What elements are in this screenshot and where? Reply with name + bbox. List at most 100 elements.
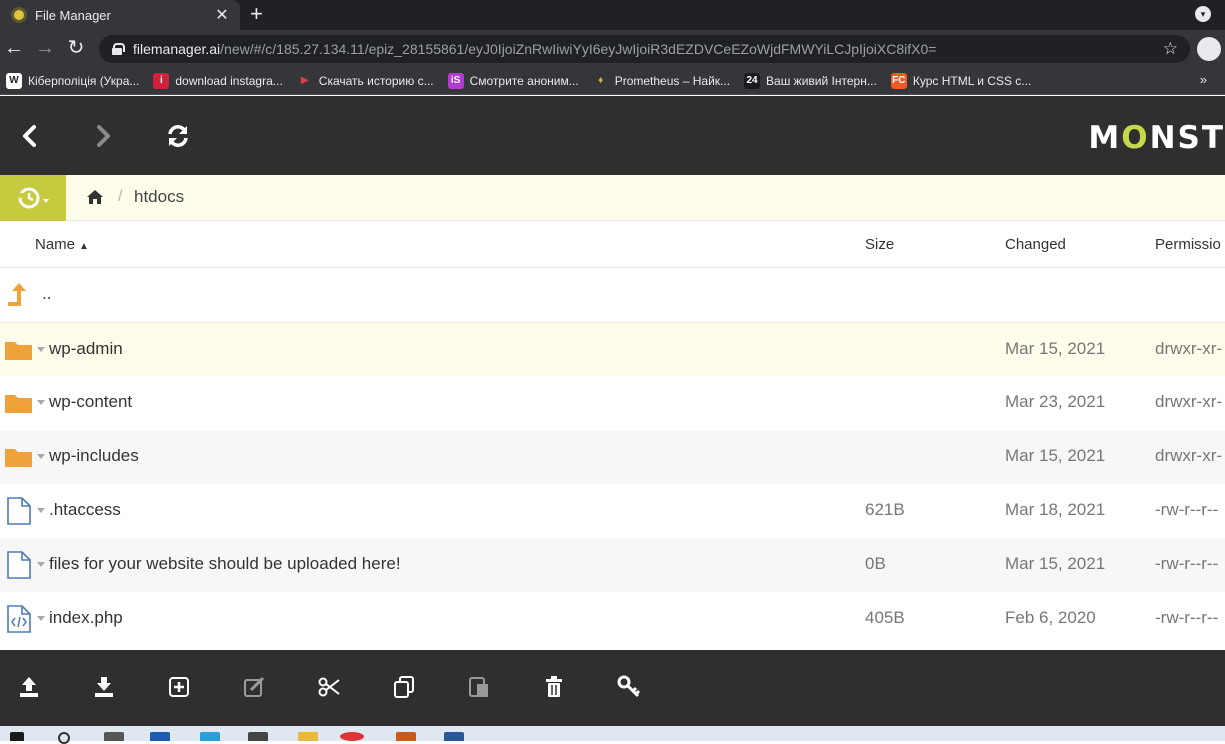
parent-directory-label: .. (42, 284, 52, 303)
row-menu-caret-icon[interactable] (37, 400, 45, 405)
back-chevron-icon[interactable] (12, 118, 48, 154)
file-size: 0B (865, 554, 886, 573)
start-icon[interactable] (10, 732, 24, 741)
taskbar-app-icon-2[interactable] (396, 732, 416, 741)
bookmark-item[interactable]: FC Курс HTML и CSS с... (890, 72, 1032, 89)
refresh-icon[interactable] (160, 118, 196, 154)
address-bar[interactable]: filemanager.ai/new/#/c/185.27.134.11/epi… (99, 35, 1190, 63)
file-changed-date: Mar 15, 2021 (1005, 554, 1106, 573)
file-name[interactable]: wp-admin (49, 339, 123, 359)
table-row[interactable]: wp-admin Mar 15, 2021 drwxr-xr- (0, 322, 1225, 376)
bookmark-favicon-icon: ▶ (296, 72, 313, 89)
file-name[interactable]: wp-content (49, 392, 132, 412)
back-arrow-icon[interactable]: ← (2, 36, 26, 60)
store-icon[interactable] (248, 732, 268, 741)
file-name[interactable]: files for your website should be uploade… (49, 554, 401, 574)
bookmark-label: Ваш живий Інтерн... (766, 73, 877, 88)
favicon-icon (11, 7, 27, 23)
bookmark-item[interactable]: i download instagra... (153, 72, 283, 89)
new-tab-button[interactable]: + (250, 2, 263, 26)
column-size[interactable]: Size (865, 236, 894, 253)
bookmark-item[interactable]: W Кіберполіція (Укра... (6, 72, 139, 89)
search-icon[interactable] (58, 732, 70, 744)
profile-avatar-icon[interactable] (1197, 37, 1221, 61)
folder-icon (4, 335, 34, 365)
bookmark-favicon-icon: FC (890, 72, 907, 89)
monsta-logo: MONST (1088, 120, 1225, 156)
column-permissions[interactable]: Permissio (1155, 236, 1221, 253)
row-menu-caret-icon[interactable] (37, 508, 45, 513)
bookmark-label: Скачать историю с... (318, 73, 434, 88)
file-name[interactable]: index.php (49, 608, 123, 628)
task-view-icon[interactable] (104, 732, 124, 741)
file-changed-date: Mar 18, 2021 (1005, 500, 1106, 519)
bookmark-item[interactable]: ♦ Prometheus – Найк... (592, 72, 731, 89)
row-menu-caret-icon[interactable] (37, 562, 45, 567)
url-text[interactable]: filemanager.ai/new/#/c/185.27.134.11/epi… (133, 41, 1163, 57)
bookmark-label: Курс HTML и CSS с... (912, 73, 1032, 88)
download-icon[interactable] (91, 674, 117, 700)
bookmark-star-icon[interactable]: ☆ (1163, 39, 1178, 59)
explorer-icon[interactable] (298, 732, 318, 741)
paste-icon[interactable] (466, 674, 492, 700)
forward-arrow-icon[interactable]: → (33, 36, 57, 60)
taskbar-app-icon[interactable] (150, 732, 170, 741)
row-menu-caret-icon[interactable] (37, 454, 45, 459)
lock-icon (112, 43, 125, 55)
file-permissions: -rw-r--r-- (1155, 554, 1219, 573)
reload-icon[interactable]: ↻ (64, 36, 88, 60)
bookmark-label: download instagra... (175, 73, 283, 88)
chrome-icon[interactable] (340, 732, 364, 741)
folder-icon (4, 388, 34, 418)
bookmark-label: Prometheus – Найк... (614, 73, 731, 88)
forward-chevron-icon[interactable] (85, 118, 121, 154)
file-manager-header: MONST (0, 96, 1225, 175)
edge-icon[interactable] (200, 732, 220, 741)
bookmark-item[interactable]: iS Смотрите аноним... (447, 72, 579, 89)
table-row[interactable]: wp-includes Mar 15, 2021 drwxr-xr- (0, 430, 1225, 484)
bookmark-favicon-icon: 24 (744, 72, 761, 89)
close-icon[interactable]: ✕ (214, 5, 230, 25)
table-row[interactable]: wp-content Mar 23, 2021 drwxr-xr- (0, 376, 1225, 430)
table-row[interactable]: index.php 405B Feb 6, 2020 -rw-r--r-- (0, 592, 1225, 646)
breadcrumb: / htdocs (0, 175, 1225, 221)
column-changed[interactable]: Changed (1005, 236, 1066, 253)
os-taskbar (0, 726, 1225, 744)
file-permissions: drwxr-xr- (1155, 392, 1223, 411)
permissions-key-icon[interactable] (616, 674, 642, 700)
delete-icon[interactable] (541, 674, 567, 700)
word-icon[interactable] (444, 732, 464, 741)
row-menu-caret-icon[interactable] (37, 347, 45, 352)
parent-directory-row[interactable]: .. (0, 268, 1225, 322)
browser-tab-strip: File Manager ✕ + ▾ (0, 0, 1225, 30)
rename-icon[interactable] (241, 674, 267, 700)
bookmark-item[interactable]: 24 Ваш живий Інтерн... (744, 72, 877, 89)
home-icon[interactable] (86, 188, 104, 206)
bookmark-label: Смотрите аноним... (469, 73, 579, 88)
tab-search-icon[interactable]: ▾ (1195, 6, 1211, 22)
upload-icon[interactable] (16, 674, 42, 700)
file-name[interactable]: wp-includes (49, 446, 139, 466)
bookmark-item[interactable]: ▶ Скачать историю с... (296, 72, 434, 89)
bookmarks-bar: W Кіберполіція (Укра... i download instagra… (0, 67, 1225, 95)
file-permissions: -rw-r--r-- (1155, 500, 1219, 519)
table-row[interactable]: files for your website should be uploade… (0, 538, 1225, 592)
breadcrumb-current-folder[interactable]: htdocs (134, 187, 184, 207)
file-changed-date: Mar 15, 2021 (1005, 446, 1106, 465)
code-file-icon (4, 604, 34, 634)
table-row[interactable]: .htaccess 621B Mar 18, 2021 -rw-r--r-- (0, 484, 1225, 538)
cut-icon[interactable] (316, 674, 342, 700)
file-permissions: -rw-r--r-- (1155, 608, 1219, 627)
bookmark-favicon-icon: iS (447, 72, 464, 89)
file-size: 621B (865, 500, 905, 519)
row-menu-caret-icon[interactable] (37, 616, 45, 621)
bookmarks-more-button[interactable]: » (1200, 72, 1207, 87)
copy-icon[interactable] (391, 674, 417, 700)
file-name[interactable]: .htaccess (49, 500, 121, 520)
history-dropdown-button[interactable] (0, 175, 66, 221)
tab-file-manager[interactable]: File Manager ✕ (0, 0, 240, 30)
column-name[interactable]: Name ▲ (35, 236, 89, 253)
new-item-icon[interactable] (166, 674, 192, 700)
file-permissions: drwxr-xr- (1155, 446, 1223, 465)
file-icon (4, 550, 34, 580)
